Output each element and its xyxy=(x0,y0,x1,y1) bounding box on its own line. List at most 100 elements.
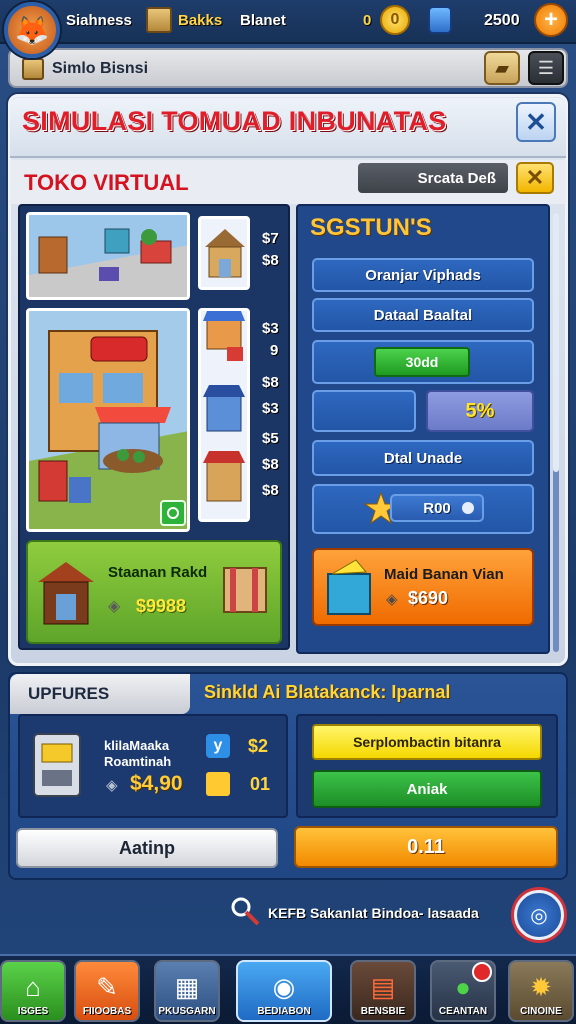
trash-bin-icon xyxy=(327,559,371,615)
key-icon xyxy=(230,896,260,926)
stat-green-button[interactable]: 30dd xyxy=(374,347,470,377)
upgrade-item-card[interactable]: klilaMaaka Roamtinah ◈ $4,90 y $2 01 xyxy=(18,714,288,818)
close-icon: ✕ xyxy=(525,106,547,137)
hamburger-icon: ☰ xyxy=(537,57,555,78)
status-close-button[interactable]: ✕ xyxy=(516,162,554,194)
crate-icon xyxy=(146,7,172,33)
stat-slot[interactable] xyxy=(312,390,416,432)
building-column[interactable] xyxy=(198,308,250,522)
plus-icon: + xyxy=(543,6,558,33)
stat-row[interactable]: Oranjar Viphads xyxy=(312,258,534,292)
badge-b-value: 01 xyxy=(250,774,271,794)
slider-knob[interactable] xyxy=(462,502,474,514)
brick-icon: ▤ xyxy=(370,972,396,1002)
upgrade-row[interactable]: Dtal Unade xyxy=(312,440,534,476)
price-label: 9 xyxy=(270,342,279,359)
crate-icon xyxy=(223,567,267,613)
stat-label: Dataal Baaltal xyxy=(373,306,473,324)
target-button[interactable]: ◎ xyxy=(514,890,564,940)
cta-price: $690 xyxy=(408,588,449,608)
bird-icon: y xyxy=(206,734,230,758)
promote-button[interactable]: Serplombactin bitanra xyxy=(312,724,542,760)
price-label: $3 xyxy=(262,400,279,417)
gems-value: 2500 xyxy=(484,12,520,29)
wrench-icon: ✎ xyxy=(96,972,118,1002)
upgrades-heading: Sinkld Ai Blatakanck: Iparnal xyxy=(204,682,451,702)
building-list-illustration xyxy=(203,311,245,502)
nav-business[interactable]: ◉ BEDIABON xyxy=(236,960,332,1022)
menu-button[interactable]: ☰ xyxy=(528,51,564,85)
leaf-icon: ● xyxy=(455,972,471,1002)
status-text: Srcata Deß xyxy=(417,169,496,187)
building-tile-1[interactable] xyxy=(198,216,250,290)
scroll-thumb[interactable] xyxy=(553,212,559,472)
card-title: Staanan Rakd xyxy=(108,564,208,581)
price-label: $5 xyxy=(262,430,279,447)
cash-icon: ◈ xyxy=(108,598,121,615)
target-icon: ◎ xyxy=(530,904,548,927)
store-title: TOKO VIRTUAL xyxy=(24,170,189,195)
virtual-store-illustration xyxy=(29,311,187,529)
cta-card[interactable]: Maid Banan Vian ◈ $690 xyxy=(312,548,534,626)
upgrade-label: Dtal Unade xyxy=(383,449,463,467)
gem-icon xyxy=(428,6,452,34)
business-label: Simlo Bisnsi xyxy=(52,60,149,77)
virtual-store-tile[interactable] xyxy=(26,308,190,532)
home-icon: ⌂ xyxy=(25,972,41,1002)
percent-badge: 5% xyxy=(426,390,534,432)
start-button[interactable]: Aniak xyxy=(312,770,542,808)
slider-value: R00 xyxy=(423,499,451,517)
nav-warehouse[interactable]: ▦ PKUSGARN xyxy=(154,960,220,1022)
close-panel-button[interactable]: ✕ xyxy=(516,102,556,142)
card-price: $9988 xyxy=(136,596,187,616)
nav-settings[interactable]: ✹ CINOINE xyxy=(508,960,574,1022)
cash-icon: ◈ xyxy=(386,591,398,608)
market-street-illustration xyxy=(29,215,187,297)
fox-emblem-icon: 🦊 xyxy=(14,14,50,46)
cta-title: Maid Banan Vian xyxy=(384,566,504,583)
coin-icon: 0 xyxy=(380,5,410,35)
footer-note: KEFB Sakanlat Bindoa- lasaada xyxy=(268,905,479,921)
price-label: $3 xyxy=(262,320,279,337)
item-title: klilaMaaka Roamtinah xyxy=(104,738,172,769)
price-label: $7 xyxy=(262,230,279,247)
store-card[interactable]: Staanan Rakd ◈ $9988 xyxy=(26,540,282,644)
globe-icon: ◉ xyxy=(272,972,296,1002)
secondary-button[interactable]: Aatinp xyxy=(16,828,278,868)
nav-bricks[interactable]: ▤ BENSBIE xyxy=(350,960,416,1022)
planet-label: Blanet xyxy=(240,12,286,29)
add-currency-button[interactable]: + xyxy=(534,3,568,37)
upgrades-tab[interactable]: UPFURES xyxy=(10,674,190,714)
notification-badge xyxy=(472,962,492,982)
market-street-tile[interactable] xyxy=(26,212,190,300)
boxes-label: Bakks xyxy=(178,12,223,29)
panel-title: SIMULASI TOMUAD INBUNATAS xyxy=(22,106,447,136)
shop-bag-button[interactable]: ▰ xyxy=(484,51,520,85)
stat-label: Oranjar Viphads xyxy=(365,266,481,284)
price-label: $8 xyxy=(262,374,279,391)
close-icon: ✕ xyxy=(525,165,545,190)
player-name: Siahness xyxy=(66,12,132,29)
price-label: $8 xyxy=(262,482,279,499)
crate-icon: ▦ xyxy=(174,972,200,1002)
stat-row[interactable]: Dataal Baaltal xyxy=(312,298,534,332)
coins-value: 0 xyxy=(363,12,372,29)
primary-button[interactable]: 0.11 xyxy=(294,826,558,868)
business-icon xyxy=(22,58,44,80)
price-label: $8 xyxy=(262,252,279,269)
circle-icon xyxy=(167,507,179,519)
wooden-house-icon xyxy=(205,229,245,278)
bag-icon: ▰ xyxy=(495,57,509,78)
cash-icon: ◈ xyxy=(106,777,118,794)
status-pill: Srcata Deß xyxy=(358,163,508,193)
nav-tools[interactable]: ✎ FIIOOBAS xyxy=(74,960,140,1022)
nav-home[interactable]: ⌂ ISGES xyxy=(0,960,66,1022)
gold-bar-icon xyxy=(206,772,230,796)
gear-icon: ✹ xyxy=(530,972,552,1002)
atm-machine-icon xyxy=(33,733,81,797)
confirm-toggle[interactable] xyxy=(160,500,186,526)
badge-a-value: $2 xyxy=(248,736,269,756)
player-avatar[interactable]: 🦊 xyxy=(4,2,60,58)
house-icon xyxy=(38,562,94,625)
item-price: $4,90 xyxy=(130,772,183,795)
